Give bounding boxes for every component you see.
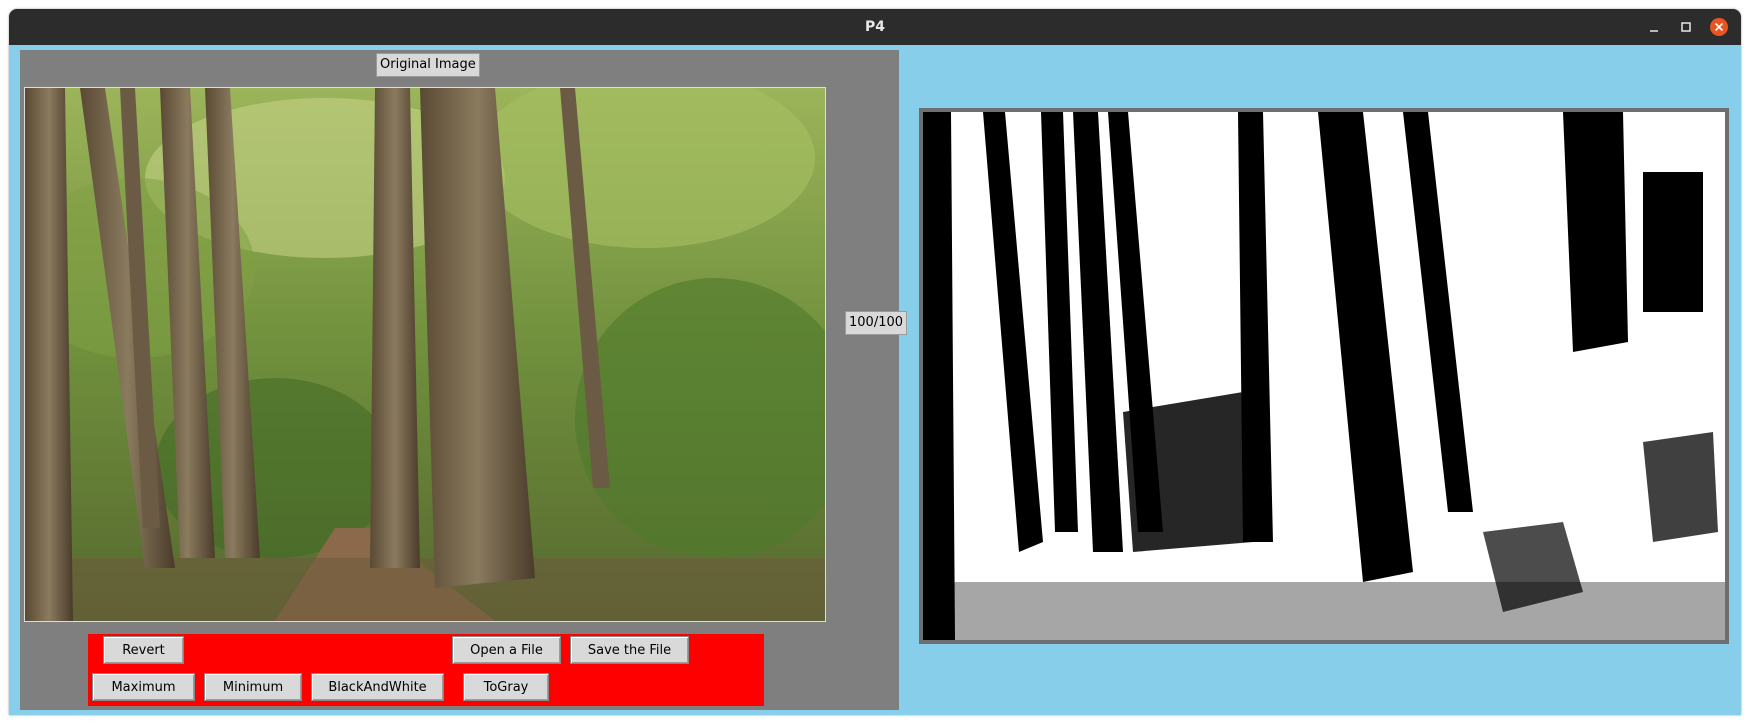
original-image (24, 87, 826, 622)
original-image-panel: Original Image 100/100 Revert Open a Fil… (20, 50, 908, 710)
processed-image-frame (919, 108, 1729, 644)
to-gray-button[interactable]: ToGray (463, 673, 549, 701)
save-file-button[interactable]: Save the File (570, 636, 689, 664)
maximum-button[interactable]: Maximum (92, 673, 195, 701)
close-icon[interactable] (1709, 17, 1729, 37)
minimize-icon[interactable] (1644, 17, 1664, 37)
minimum-button[interactable]: Minimum (204, 673, 302, 701)
original-image-label: Original Image (376, 53, 480, 77)
open-file-button[interactable]: Open a File (452, 636, 561, 664)
image-counter: 100/100 (845, 311, 908, 335)
processed-image (923, 112, 1725, 640)
title-bar[interactable]: P4 (9, 9, 1741, 45)
app-window: P4 Original Image 100/100 Revert Open a … (9, 9, 1741, 715)
maximize-icon[interactable] (1676, 17, 1696, 37)
revert-button[interactable]: Revert (103, 636, 184, 664)
black-and-white-button[interactable]: BlackAndWhite (311, 673, 444, 701)
window-title: P4 (864, 19, 885, 35)
controls-frame: Revert Open a File Save the File Maximum… (88, 634, 764, 706)
